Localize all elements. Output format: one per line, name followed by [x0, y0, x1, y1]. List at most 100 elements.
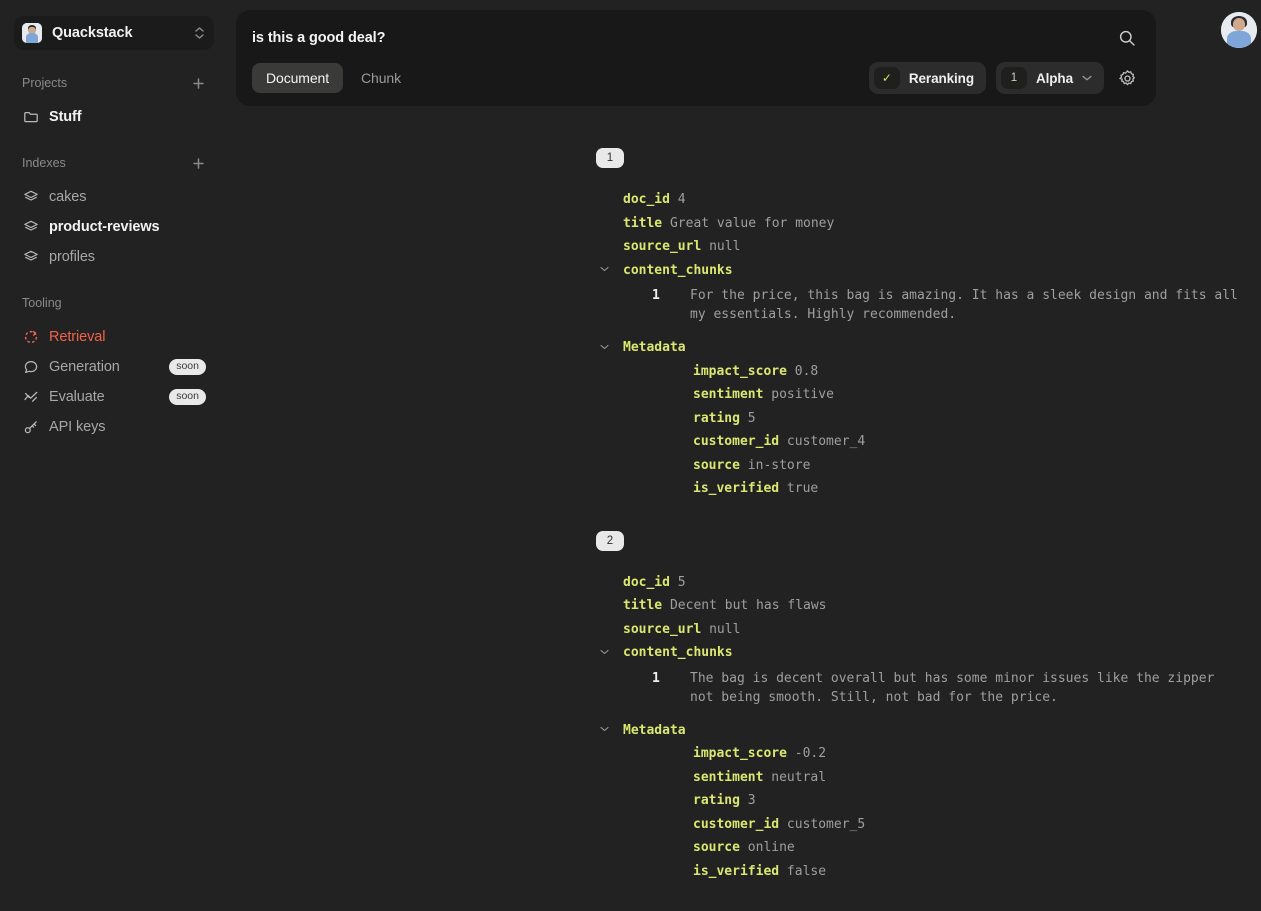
metadata-value: false: [786, 863, 827, 879]
metadata-row: source in-store: [228, 454, 1241, 478]
tab-document[interactable]: Document: [252, 63, 344, 93]
field-row: source_url null: [228, 235, 1241, 259]
layers-icon: [22, 189, 39, 206]
gear-icon[interactable]: [1114, 65, 1140, 91]
tab-chunk[interactable]: Chunk: [347, 63, 415, 93]
sidebar-item-retrieval[interactable]: Retrieval: [14, 322, 214, 352]
add-project-button[interactable]: [190, 75, 206, 91]
field-key: source_url: [623, 621, 702, 637]
chevron-down-icon: [600, 641, 614, 665]
results-list[interactable]: 1 doc_id 4 title Great value for money s…: [228, 148, 1261, 911]
sidebar-item-label: API keys: [49, 419, 106, 435]
reranking-toggle[interactable]: ✓ Reranking: [868, 62, 986, 94]
field-value: Great value for money: [669, 215, 835, 231]
layers-icon: [22, 249, 39, 266]
search-icon[interactable]: [1114, 25, 1140, 51]
sidebar-item-product-reviews[interactable]: product-reviews: [14, 212, 214, 242]
chevron-updown-icon: [195, 27, 204, 39]
result-item: 1 doc_id 4 title Great value for money s…: [228, 148, 1241, 501]
metadata-key: sentiment: [693, 387, 764, 402]
field-value: 5: [677, 574, 686, 590]
field-key: title: [623, 598, 663, 613]
field-row: title Decent but has flaws: [228, 594, 1241, 618]
metadata-value: positive: [771, 387, 834, 402]
sidebar-item-api-keys[interactable]: API keys: [14, 412, 214, 442]
metadata-row: rating 5: [228, 407, 1241, 431]
status-badge: soon: [169, 359, 206, 375]
metadata-row: rating 3: [228, 789, 1241, 813]
metadata-value: in-store: [747, 457, 811, 473]
sidebar-item-label: Retrieval: [49, 329, 106, 345]
field-value: null: [709, 621, 741, 637]
metadata-value: customer_5: [786, 816, 866, 832]
layers-icon: [22, 219, 39, 236]
sidebar-item-generation[interactable]: Generation soon: [14, 352, 214, 382]
metadata-key: source: [693, 840, 740, 855]
search-input[interactable]: [252, 30, 1114, 46]
main-content: Document Chunk ✓ Reranking 1 Alpha: [228, 0, 1261, 911]
metadata-value: true: [786, 481, 819, 496]
field-row: source_url null: [228, 618, 1241, 642]
field-key: title: [623, 215, 663, 231]
metadata-toggle[interactable]: Metadata: [228, 719, 1241, 743]
rank-badge: 1: [596, 148, 624, 168]
metadata-key: sentiment: [693, 769, 764, 785]
chunk-row: 1 The bag is decent overall but has some…: [228, 669, 1241, 707]
metadata-key: customer_id: [693, 434, 780, 449]
metadata-toggle[interactable]: Metadata: [228, 336, 1241, 360]
alpha-selector[interactable]: 1 Alpha: [995, 62, 1104, 94]
sidebar-item-evaluate[interactable]: Evaluate soon: [14, 382, 214, 412]
field-value: 4: [677, 192, 686, 207]
chevron-down-icon: [600, 336, 614, 360]
field-value: null: [709, 239, 741, 254]
group-label: content_chunks: [623, 262, 733, 278]
metadata-row: impact_score 0.8: [228, 360, 1241, 384]
status-badge: soon: [169, 389, 206, 405]
metadata-row: impact_score -0.2: [228, 742, 1241, 766]
folder-icon: [22, 109, 39, 126]
chevron-down-icon: [600, 259, 614, 283]
alpha-label: Alpha: [1035, 70, 1073, 86]
add-index-button[interactable]: [190, 155, 206, 171]
key-icon: [22, 419, 39, 436]
controls-row: Document Chunk ✓ Reranking 1 Alpha: [252, 62, 1140, 94]
metadata-key: rating: [693, 410, 740, 426]
content-chunks-toggle[interactable]: content_chunks: [228, 259, 1241, 283]
workspace-switcher[interactable]: Quackstack: [14, 16, 214, 50]
metadata-value: online: [747, 840, 795, 855]
metadata-key: source: [693, 457, 740, 473]
controls-right: ✓ Reranking 1 Alpha: [868, 62, 1140, 94]
account-avatar[interactable]: [1221, 12, 1257, 48]
metadata-row: sentiment positive: [228, 383, 1241, 407]
chunk-row: 1 For the price, this bag is amazing. It…: [228, 286, 1241, 324]
sidebar-item-stuff[interactable]: Stuff: [14, 102, 214, 132]
field-row: doc_id 4: [228, 188, 1241, 212]
sidebar: Quackstack Projects Stuff Indexes cakes: [0, 0, 228, 911]
chunk-index: 1: [652, 288, 660, 303]
sidebar-item-label: cakes: [49, 189, 87, 205]
chunk-text: The bag is decent overall but has some m…: [690, 670, 1215, 705]
metadata-value: 0.8: [794, 363, 819, 379]
section-label-tooling: Tooling: [22, 296, 62, 310]
metadata-value: customer_4: [786, 434, 866, 449]
refresh-dashed-icon: [22, 329, 39, 346]
metadata-value: -0.2: [794, 746, 827, 761]
metadata-row: customer_id customer_5: [228, 813, 1241, 837]
group-label: content_chunks: [623, 645, 733, 660]
field-row: title Great value for money: [228, 212, 1241, 236]
metadata-row: source online: [228, 836, 1241, 860]
metadata-key: customer_id: [693, 816, 780, 832]
content-chunks-toggle[interactable]: content_chunks: [228, 641, 1241, 665]
sidebar-item-label: Generation: [49, 359, 120, 375]
field-row: doc_id 5: [228, 571, 1241, 595]
metadata-key: rating: [693, 793, 740, 808]
field-key: doc_id: [623, 192, 670, 207]
metadata-row: is_verified false: [228, 860, 1241, 884]
alpha-value: 1: [1000, 67, 1027, 89]
sidebar-item-cakes[interactable]: cakes: [14, 182, 214, 212]
metadata-row: sentiment neutral: [228, 766, 1241, 790]
sidebar-item-profiles[interactable]: profiles: [14, 242, 214, 272]
section-header-projects: Projects: [14, 72, 214, 94]
sidebar-item-label: profiles: [49, 249, 95, 265]
chat-bubble-icon: [22, 359, 39, 376]
